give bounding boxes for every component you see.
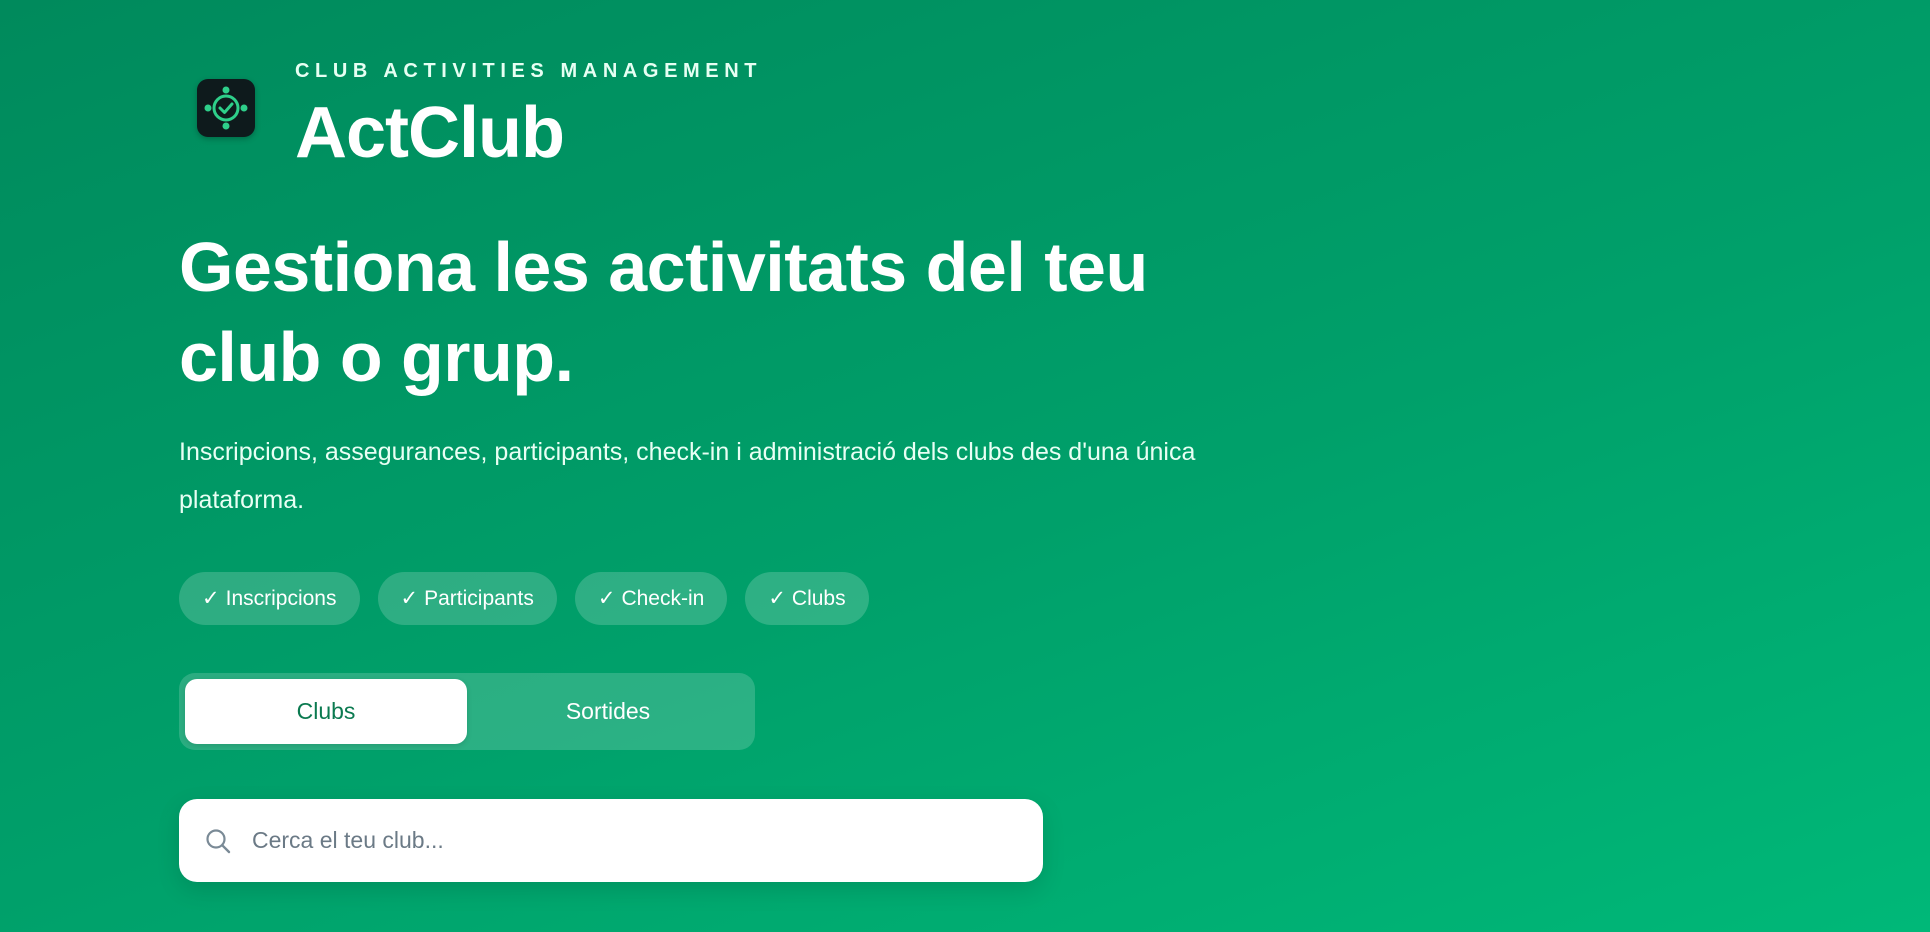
search-input[interactable] [250,809,1043,872]
feature-chip-label: Inscripcions [225,586,337,610]
search-mode-toggle: Clubs Sortides [179,673,755,750]
search-icon [204,827,232,855]
feature-chip-clubs: ✓ Clubs [745,572,869,625]
hero-subtitle: Inscripcions, assegurances, participants… [179,438,1196,514]
check-icon: ✓ [400,587,419,610]
hero-headline: Gestiona les activitats del teu club o g… [179,228,1148,396]
brand-text: CLUB ACTIVITIES MANAGEMENT ActClub [295,58,762,169]
brand-header: CLUB ACTIVITIES MANAGEMENT ActClub [197,58,762,169]
feature-chip-label: Participants [424,586,534,610]
toggle-sortides-button[interactable]: Sortides [467,679,749,744]
check-icon: ✓ [597,587,616,610]
feature-chip-inscripcions: ✓ Inscripcions [179,572,360,625]
search-bar [179,799,1043,882]
check-icon: ✓ [768,587,786,610]
brand-name: ActClub [295,93,565,173]
group-check-icon [204,86,248,130]
brand-eyebrow: CLUB ACTIVITIES MANAGEMENT [295,60,763,82]
toggle-clubs-button[interactable]: Clubs [185,679,467,744]
feature-chip-check-in: ✓ Check-in [574,572,728,625]
feature-chips: ✓ Inscripcions ✓ Participants ✓ Check-in… [179,572,869,625]
app-logo [197,79,255,137]
feature-chip-participants: ✓ Participants [377,572,557,625]
feature-chip-label: Check-in [621,586,705,610]
feature-chip-label: Clubs [791,586,846,610]
check-icon: ✓ [202,587,220,610]
